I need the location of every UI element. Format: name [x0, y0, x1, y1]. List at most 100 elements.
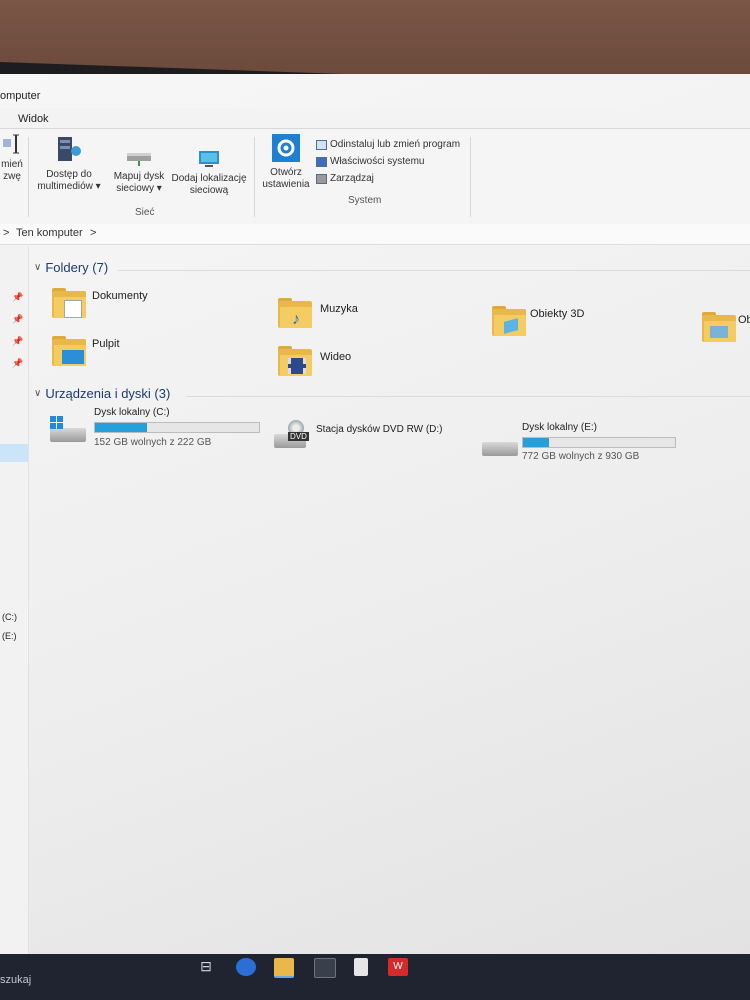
open-settings-label-1: Otwórz [270, 167, 302, 178]
taskbar: szukaj ⊟ W [0, 954, 750, 1000]
address-chevron-right-icon[interactable]: > [90, 227, 96, 239]
nav-drive-c[interactable]: (C:) [2, 612, 17, 622]
manage-button[interactable]: Zarządzaj [316, 173, 374, 184]
rename-label-1: mień [1, 159, 23, 170]
wps-office-icon[interactable]: W [388, 958, 408, 976]
drive-c-usage-fill [95, 423, 148, 432]
pin-icon[interactable]: 📌 [12, 358, 23, 369]
folder-3d-objects[interactable]: Obiekty 3D [492, 306, 584, 336]
chevron-down-icon: ∨ [34, 388, 42, 399]
music-folder-icon: ♪ [278, 298, 312, 328]
3d-objects-folder-icon [492, 306, 526, 336]
pin-icon[interactable]: 📌 [12, 336, 23, 347]
group-label-system: System [348, 195, 382, 206]
media-access-label-2: multimediów ▾ [37, 181, 101, 192]
documents-folder-icon [52, 288, 86, 318]
drive-c[interactable]: Dysk lokalny (C:) 152 GB wolnych z 222 G… [48, 406, 268, 452]
media-access-button[interactable]: Dostęp do multimediów ▾ [36, 135, 102, 193]
folder-label: Wideo [320, 351, 352, 363]
dvd-badge: DVD [288, 432, 309, 441]
folder-label: Ob [738, 314, 750, 326]
rename-label-2: zwę [3, 171, 21, 182]
drive-c-free-space: 152 GB wolnych z 222 GB [94, 437, 212, 448]
drive-c-usage-bar [94, 422, 260, 433]
menu-bar: Widok [0, 108, 750, 129]
open-settings-button[interactable]: Otwórz ustawienia [258, 133, 314, 191]
rename-icon [3, 134, 19, 154]
file-explorer-taskbar-icon[interactable] [274, 958, 294, 978]
folder-documents[interactable]: Dokumenty [52, 288, 148, 318]
pin-icon[interactable]: 📌 [12, 314, 23, 325]
group-label-network: Sieć [135, 207, 155, 218]
section-divider [118, 270, 750, 271]
devices-section-header[interactable]: ∨ Urządzenia i dyski (3) [34, 386, 170, 401]
map-drive-label-2: sieciowy ▾ [116, 183, 162, 194]
manage-icon [316, 173, 327, 184]
uninstall-program-button[interactable]: Odinstaluj lub zmień program [316, 139, 460, 150]
folder-pictures[interactable]: Ob [702, 312, 750, 342]
tab-view[interactable]: Widok [18, 113, 49, 125]
pictures-folder-icon [702, 312, 736, 342]
network-location-icon [199, 151, 219, 167]
gear-icon [272, 134, 300, 162]
uninstall-label: Odinstaluj lub zmień program [330, 139, 461, 150]
address-chevron-left: > [3, 227, 10, 239]
document-icon[interactable] [354, 958, 368, 976]
map-drive-label-1: Mapuj dysk [113, 171, 165, 182]
nav-selected-item[interactable] [0, 444, 28, 462]
address-bar[interactable]: > Ten komputer > [0, 224, 750, 245]
folder-label: Dokumenty [92, 290, 148, 302]
open-settings-label-2: ustawienia [262, 179, 310, 190]
breadcrumb-this-pc[interactable]: Ten komputer [16, 227, 83, 239]
drive-e-free-space: 772 GB wolnych z 930 GB [522, 451, 640, 462]
drive-e[interactable]: Dysk lokalny (E:) 772 GB wolnych z 930 G… [480, 420, 690, 466]
add-location-label-2: sieciową [189, 185, 229, 196]
store-icon[interactable] [314, 958, 336, 978]
rename-button[interactable]: mień zwę [0, 133, 24, 183]
folder-label: Pulpit [92, 338, 120, 350]
drive-e-usage-bar [522, 437, 676, 448]
add-network-location-button[interactable]: Dodaj lokalizację sieciową [168, 149, 250, 197]
windows-logo-icon [50, 416, 63, 429]
folder-videos[interactable]: Wideo [278, 346, 351, 376]
ribbon-separator [254, 137, 255, 217]
ribbon: mień zwę Dostęp do multimediów ▾ Mapuj d… [0, 129, 750, 230]
uninstall-icon [316, 139, 327, 150]
network-drive-icon [127, 153, 151, 166]
folders-section-header[interactable]: ∨ Foldery (7) [34, 260, 108, 275]
folder-label: Obiekty 3D [530, 308, 585, 320]
folders-header-label: Foldery (7) [45, 260, 109, 275]
hdd-icon [482, 442, 518, 456]
map-network-drive-button[interactable]: Mapuj dysk sieciowy ▾ [108, 149, 170, 195]
nav-drive-e[interactable]: (E:) [2, 631, 17, 641]
ribbon-separator [28, 137, 29, 217]
devices-header-label: Urządzenia i dyski (3) [45, 386, 171, 401]
desktop-folder-icon [52, 336, 86, 366]
chevron-down-icon: ∨ [34, 262, 42, 273]
window-title: omputer [0, 90, 41, 102]
system-properties-label: Właściwości systemu [330, 156, 425, 167]
file-explorer-window: omputer Widok mień zwę Dostęp do multime… [0, 74, 750, 974]
mail-app-icon[interactable] [236, 958, 256, 976]
hdd-icon [50, 428, 86, 442]
folder-music[interactable]: ♪ Muzyka [278, 298, 358, 328]
system-properties-button[interactable]: Właściwości systemu [316, 156, 424, 167]
task-view-icon[interactable]: ⊟ [196, 958, 216, 976]
media-access-label-1: Dostęp do [46, 169, 92, 180]
navigation-pane: 📌 📌 📌 📌 (C:) (E:) [0, 246, 29, 974]
videos-folder-icon [278, 346, 312, 376]
drive-e-name: Dysk lokalny (E:) [522, 422, 598, 433]
drive-d-dvd[interactable]: DVD Stacja dysków DVD RW (D:) [272, 416, 472, 456]
drive-c-name: Dysk lokalny (C:) [94, 407, 170, 418]
media-server-icon [58, 137, 81, 161]
manage-label: Zarządzaj [330, 173, 374, 184]
section-divider [186, 396, 750, 397]
drive-d-name: Stacja dysków DVD RW (D:) [316, 424, 443, 435]
folder-label: Muzyka [320, 303, 358, 315]
taskbar-search[interactable]: szukaj [0, 974, 31, 986]
properties-icon [316, 156, 327, 167]
drive-e-usage-fill [523, 438, 549, 447]
pin-icon[interactable]: 📌 [12, 292, 23, 303]
folder-desktop[interactable]: Pulpit [52, 336, 120, 366]
add-location-label-1: Dodaj lokalizację [171, 173, 247, 184]
